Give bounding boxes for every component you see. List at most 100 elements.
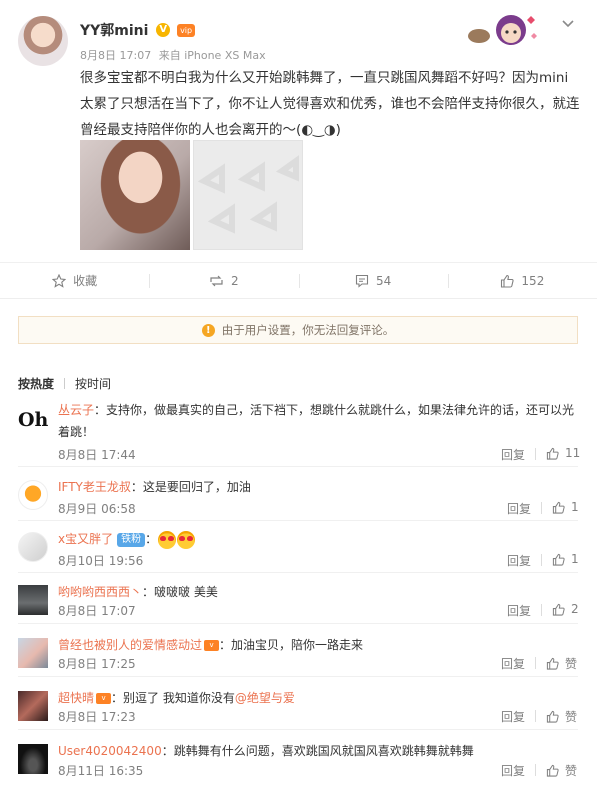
- comment-like-button[interactable]: 2: [552, 602, 579, 616]
- comment-divider: [18, 676, 578, 677]
- comment-content: ：跳韩舞有什么问题，喜欢跳国风就国风喜欢跳韩舞就韩舞: [161, 744, 474, 758]
- action-divider: [535, 657, 536, 669]
- comment-content: ：啵啵啵 美美: [142, 585, 218, 599]
- mention-link[interactable]: @绝望与爱: [235, 691, 295, 705]
- comment-content: ：加油宝贝，陪你一路走来: [219, 638, 364, 652]
- reply-button[interactable]: 回复: [501, 446, 525, 463]
- vip-icon: v: [96, 693, 112, 704]
- reply-button[interactable]: 回复: [501, 655, 525, 672]
- thumbs-up-icon: [552, 553, 565, 566]
- reply-button[interactable]: 回复: [501, 762, 525, 779]
- thumbs-up-icon: [552, 603, 565, 616]
- comment-avatar[interactable]: [18, 480, 48, 510]
- reply-disabled-notice: ! 由于用户设置，你无法回复评论。: [18, 316, 578, 344]
- comment-like-button[interactable]: 1: [552, 500, 579, 514]
- action-divider: [535, 448, 536, 460]
- comment-button[interactable]: 54: [298, 263, 448, 298]
- comment-username[interactable]: 曾经也被别人的爱情感动过: [58, 638, 202, 652]
- author-name[interactable]: YY郭mini: [80, 20, 148, 40]
- comment-like-button[interactable]: 赞: [546, 708, 577, 725]
- repost-icon: [210, 275, 223, 286]
- comment-like-button[interactable]: 11: [546, 446, 580, 460]
- favorite-button[interactable]: 收藏: [0, 263, 149, 298]
- notice-text: 由于用户设置，你无法回复评论。: [221, 323, 395, 337]
- post-image-2[interactable]: [193, 140, 303, 250]
- thumbs-up-icon: [546, 447, 559, 460]
- avatar-logo-text: Oh: [18, 409, 48, 431]
- image-placeholder-icon: [197, 155, 299, 234]
- comment-username[interactable]: x宝又胖了: [58, 532, 113, 546]
- post-header: YY郭mini V vip 8月8日 17:07 来自 iPhone XS Ma…: [80, 20, 270, 63]
- comment-divider: [18, 466, 578, 467]
- chevron-down-icon[interactable]: [561, 16, 575, 30]
- verified-icon: V: [156, 23, 171, 37]
- comment-like-button[interactable]: 赞: [546, 762, 577, 779]
- thumbs-up-icon: [546, 764, 559, 777]
- comment-like-button[interactable]: 赞: [546, 655, 577, 672]
- comment-username[interactable]: 超快晴: [58, 691, 94, 705]
- comment-time: 8月8日 17:25: [58, 657, 136, 671]
- comments-section: ! 由于用户设置，你无法回复评论。 按热度 按时间 Oh 丛云子：支持你，做最真…: [0, 298, 597, 798]
- iron-fan-badge: 铁粉: [117, 532, 146, 547]
- comment-divider: [18, 520, 578, 521]
- heart-eyes-emoji-icon: [177, 530, 196, 549]
- repost-count: 2: [231, 273, 239, 288]
- comment-avatar[interactable]: [18, 638, 48, 668]
- comment-like-label: 赞: [565, 657, 578, 671]
- post-action-bar: 收藏 2 54 152: [0, 262, 597, 298]
- like-button[interactable]: 152: [447, 263, 597, 298]
- thumbs-up-icon: [546, 657, 559, 670]
- reply-button[interactable]: 回复: [507, 500, 531, 517]
- comment-content: ：支持你，做最真实的自己，活下裆下，想跳什么就跳什么，如果法律允许的话，还可以光…: [58, 403, 575, 439]
- comment-like-label: 赞: [565, 764, 578, 778]
- comment-text: 超快晴 v ：别逗了 我知道你没有@绝望与爱: [58, 687, 578, 709]
- comment-content: ：这是要回归了，加油: [130, 480, 251, 494]
- thumbs-up-icon: [501, 274, 515, 288]
- author-avatar[interactable]: [18, 16, 68, 66]
- warning-icon: !: [201, 323, 215, 337]
- reply-button[interactable]: 回复: [501, 708, 525, 725]
- comment-text: 哟哟哟西西西丶：啵啵啵 美美: [58, 581, 578, 603]
- comment-avatar[interactable]: [18, 691, 48, 721]
- comment-avatar[interactable]: [18, 744, 48, 774]
- post-date[interactable]: 8月8日 17:07: [80, 49, 151, 62]
- action-divider: [541, 554, 542, 566]
- weibo-post: YY郭mini V vip 8月8日 17:07 来自 iPhone XS Ma…: [0, 0, 597, 262]
- action-divider: [535, 764, 536, 776]
- comment-avatar[interactable]: [18, 585, 48, 615]
- comment-text: User4020042400：跳韩舞有什么问题，喜欢跳国风就国风喜欢跳韩舞就韩舞: [58, 740, 578, 762]
- comment-like-label: 赞: [565, 710, 578, 724]
- comment-username[interactable]: 哟哟哟西西西丶: [58, 585, 142, 599]
- comment-username[interactable]: IFTY老王龙叔: [58, 480, 131, 494]
- comment-like-button[interactable]: 1: [552, 552, 579, 566]
- heart-eyes-emoji-icon: [158, 530, 177, 549]
- comment-username[interactable]: 丛云子: [58, 403, 94, 417]
- comment-username[interactable]: User4020042400: [58, 744, 162, 758]
- comment-time: 8月9日 06:58: [58, 502, 136, 516]
- like-count: 152: [521, 273, 545, 288]
- comment-avatar[interactable]: Oh: [18, 405, 48, 435]
- sort-by-hot-tab[interactable]: 按热度: [18, 375, 54, 392]
- vip-icon: v: [204, 640, 220, 651]
- comment-time: 8月8日 17:44: [58, 448, 136, 462]
- reply-button[interactable]: 回复: [507, 602, 531, 619]
- post-image-1[interactable]: [80, 140, 190, 250]
- comment-avatar[interactable]: [18, 532, 48, 562]
- sort-by-time-tab[interactable]: 按时间: [75, 375, 111, 392]
- repost-button[interactable]: 2: [149, 263, 298, 298]
- comment-time: 8月10日 19:56: [58, 554, 144, 568]
- post-source: 来自 iPhone XS Max: [158, 49, 266, 62]
- comment-like-count: 11: [565, 446, 581, 460]
- comment-like-count: 1: [571, 500, 579, 514]
- comment-text: IFTY老王龙叔：这是要回归了，加油: [58, 476, 578, 498]
- sort-divider: [64, 378, 66, 389]
- comment-text: 曾经也被别人的爱情感动过 v ：加油宝贝，陪你一路走来: [58, 634, 578, 656]
- comment-divider: [18, 729, 578, 730]
- reply-button[interactable]: 回复: [507, 552, 531, 569]
- thumbs-up-icon: [546, 710, 559, 723]
- comment-time: 8月8日 17:07: [58, 604, 136, 618]
- post-meta: 8月8日 17:07 来自 iPhone XS Max: [80, 47, 270, 63]
- card-decoration-icon: [468, 15, 537, 45]
- comment-time: 8月8日 17:23: [58, 710, 136, 724]
- comment-content: ：: [145, 532, 158, 546]
